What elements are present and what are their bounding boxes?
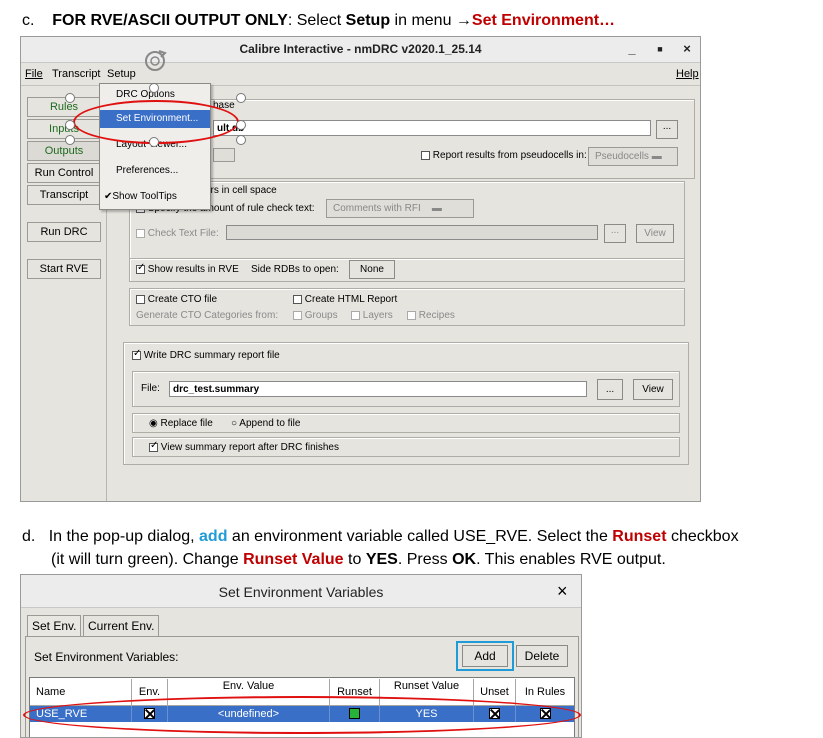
selection-handle xyxy=(236,135,246,145)
summary-view-button[interactable]: View xyxy=(633,379,673,400)
arrow-right-icon: → xyxy=(455,12,472,29)
file-label: File: xyxy=(141,383,160,394)
selection-handle xyxy=(236,93,246,103)
radio-selected-icon: ◉ xyxy=(149,418,158,429)
show-results-rve[interactable]: Show results in RVE xyxy=(136,262,239,275)
view-summary-panel: View summary report after DRC finishes xyxy=(132,437,680,457)
step-c-instruction: c. FOR RVE/ASCII OUTPUT ONLY: Select Set… xyxy=(22,12,616,29)
cto-panel: Create CTO file Create HTML Report Gener… xyxy=(129,288,685,326)
step-d-instruction: d. In the pop-up dialog, add an environm… xyxy=(22,528,739,545)
set-env-dialog: Set Environment Variables × Set Env. Cur… xyxy=(20,574,582,738)
cto-groups[interactable]: Groups xyxy=(293,310,338,321)
sidebar-run-control[interactable]: Run Control xyxy=(27,163,101,183)
sidebar-transcript[interactable]: Transcript xyxy=(27,185,101,205)
chevron-down-icon: ▬ xyxy=(651,151,662,162)
col-in-rules[interactable]: In Rules xyxy=(516,679,574,705)
selection-handle xyxy=(65,93,75,103)
check-text-file-field[interactable] xyxy=(226,225,598,240)
cto-layers[interactable]: Layers xyxy=(351,310,393,321)
selection-handle xyxy=(236,120,246,130)
append-file-radio[interactable]: ○ Append to file xyxy=(231,418,300,429)
menu-file[interactable]: File xyxy=(25,68,43,80)
run-drc-button[interactable]: Run DRC xyxy=(27,222,101,242)
report-pseudocells[interactable]: Report results from pseudocells in: xyxy=(421,150,587,161)
menu-show-tooltips[interactable]: ✔Show ToolTips xyxy=(100,188,210,206)
selection-handle xyxy=(65,135,75,145)
selection-handle xyxy=(149,137,159,147)
dialog-close-button[interactable]: × xyxy=(557,581,568,602)
set-env-label: Set Environment Variables: xyxy=(34,650,179,664)
summary-browse-button[interactable]: ... xyxy=(597,379,623,400)
delete-button[interactable]: Delete xyxy=(516,645,568,667)
replace-file-radio[interactable]: ◉ Replace file xyxy=(149,418,213,429)
summary-file-panel: File: drc_test.summary ... View xyxy=(132,371,680,407)
window-titlebar: Calibre Interactive - nmDRC v2020.1_25.1… xyxy=(21,37,700,63)
window-title: Calibre Interactive - nmDRC v2020.1_25.1… xyxy=(239,42,482,56)
check-text-browse-button[interactable]: ... xyxy=(604,224,626,243)
maximize-button[interactable]: ■ xyxy=(651,44,669,54)
check-text-file[interactable]: Check Text File: xyxy=(136,228,219,239)
minimize-button[interactable]: _ xyxy=(623,41,641,56)
radio-empty-icon: ○ xyxy=(231,418,238,429)
calibre-window: Calibre Interactive - nmDRC v2020.1_25.1… xyxy=(20,36,701,502)
results-db-field[interactable]: ult.db xyxy=(213,120,651,136)
tab-current-env[interactable]: Current Env. xyxy=(83,615,160,637)
replace-append-panel: ◉ Replace file ○ Append to file xyxy=(132,413,680,433)
tab-set-env[interactable]: Set Env. xyxy=(27,615,82,637)
results-format-combo[interactable] xyxy=(213,148,235,162)
start-rve-button[interactable]: Start RVE xyxy=(27,259,101,279)
dialog-title: Set Environment Variables xyxy=(218,584,384,600)
summary-panel: Write DRC summary report file File: drc_… xyxy=(123,342,689,465)
sidebar: Rules Inputs Outputs Run Control Transcr… xyxy=(21,87,107,501)
menu-preferences[interactable]: Preferences... xyxy=(100,162,210,180)
rve-panel: Show results in RVE Side RDBs to open: N… xyxy=(129,258,685,282)
annotation-red-ellipse xyxy=(23,696,581,734)
rotate-handle-icon xyxy=(145,50,167,71)
add-button[interactable]: Add xyxy=(462,645,508,667)
step-d-instruction-line2: (it will turn green). Change Runset Valu… xyxy=(51,551,666,568)
cell-space-label: ors in cell space xyxy=(205,185,277,196)
cto-recipes[interactable]: Recipes xyxy=(407,310,455,321)
summary-file-field[interactable]: drc_test.summary xyxy=(169,381,587,397)
side-rdbs-label: Side RDBs to open: xyxy=(251,264,339,275)
rule-text-combo[interactable]: Comments with RFI ▬ xyxy=(326,199,474,218)
create-cto[interactable]: Create CTO file xyxy=(136,294,217,305)
browse-results-button[interactable]: ... xyxy=(656,120,678,139)
selection-handle xyxy=(65,120,75,130)
view-summary-checkbox[interactable]: View summary report after DRC finishes xyxy=(149,440,339,453)
selection-handle xyxy=(149,83,159,93)
create-html-report[interactable]: Create HTML Report xyxy=(293,294,397,305)
rule-text-panel: ors in cell space Specify the amount of … xyxy=(129,181,685,259)
write-summary[interactable]: Write DRC summary report file xyxy=(132,348,280,361)
check-text-view-button[interactable]: View xyxy=(636,224,674,243)
close-button[interactable]: × xyxy=(678,41,696,56)
menu-setup[interactable]: Setup xyxy=(107,68,136,80)
gen-cto-label: Generate CTO Categories from: xyxy=(136,310,279,321)
dialog-titlebar: Set Environment Variables × xyxy=(21,575,581,608)
side-rdbs-button[interactable]: None xyxy=(349,260,395,279)
pseudocells-combo[interactable]: Pseudocells ▬ xyxy=(588,147,678,166)
menu-transcript[interactable]: Transcript xyxy=(52,68,101,80)
chevron-down-icon: ▬ xyxy=(431,203,442,214)
sidebar-outputs[interactable]: Outputs xyxy=(27,141,101,161)
menu-help[interactable]: Help xyxy=(676,68,699,80)
